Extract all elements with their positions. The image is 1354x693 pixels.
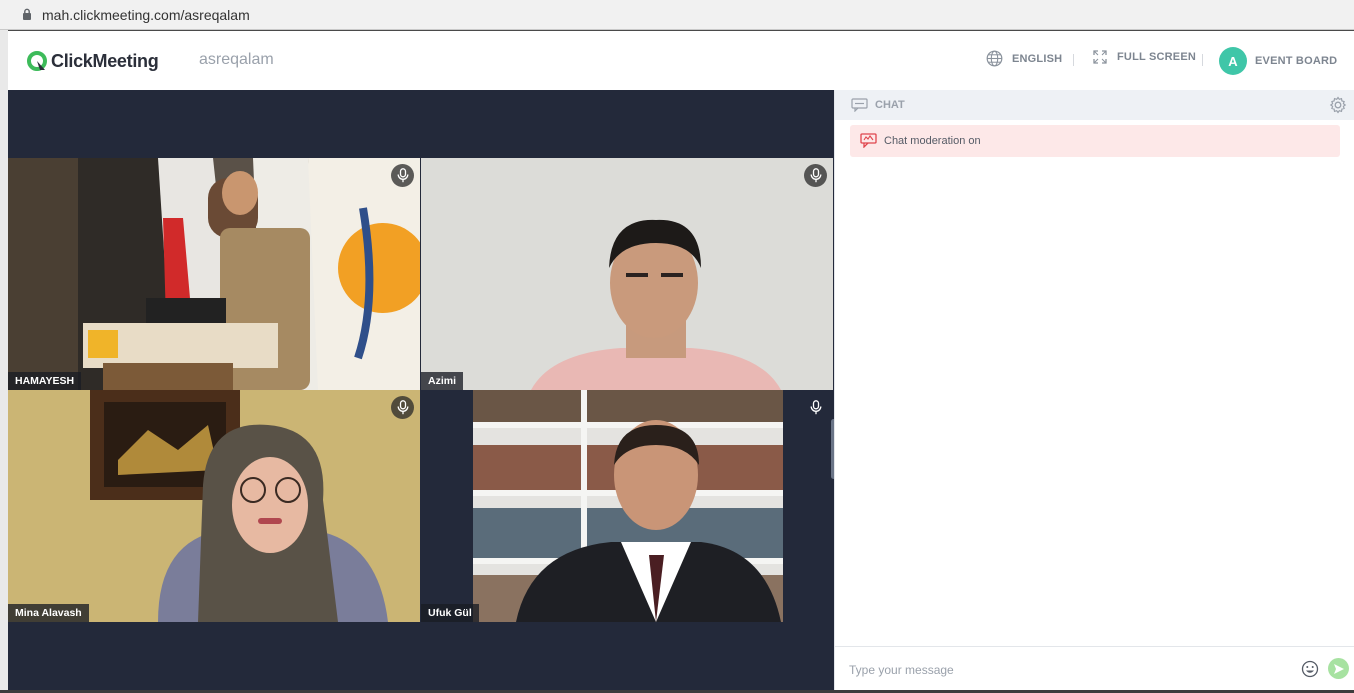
header-divider [1202, 54, 1203, 66]
clickmeeting-app: ClickMeeting asreqalam ENGLISH FULL SCRE… [8, 31, 1354, 690]
fullscreen-button[interactable]: FULL SCREEN [1093, 50, 1196, 64]
send-button[interactable] [1328, 658, 1349, 679]
clickmeeting-logo-icon [27, 51, 47, 71]
browser-address-bar[interactable]: mah.clickmeeting.com/asreqalam [0, 0, 1354, 30]
mic-button[interactable] [804, 396, 827, 419]
chat-icon [851, 98, 868, 112]
microphone-icon [397, 168, 408, 183]
participant-video [421, 390, 833, 622]
room-name: asreqalam [199, 51, 274, 68]
participant-video [421, 158, 833, 390]
language-label: ENGLISH [1012, 52, 1063, 65]
language-button[interactable]: ENGLISH [986, 50, 1062, 67]
mic-button[interactable] [391, 396, 414, 419]
moderation-text: Chat moderation on [884, 135, 981, 147]
logo-text: ClickMeeting [51, 50, 159, 71]
participant-name: HAMAYESH [8, 372, 82, 390]
top-header: ClickMeeting asreqalam ENGLISH FULL SCRE… [8, 31, 1354, 90]
clickmeeting-logo[interactable]: ClickMeeting [26, 48, 159, 74]
microphone-icon [397, 400, 408, 415]
event-board-label: EVENT BOARD [1255, 55, 1338, 67]
chat-message-input[interactable] [849, 659, 1289, 681]
participant-video [8, 158, 420, 390]
chat-title: CHAT [875, 99, 905, 111]
mic-button[interactable] [391, 164, 414, 187]
fullscreen-label: FULL SCREEN [1117, 51, 1197, 63]
globe-icon [986, 50, 1003, 67]
participant-name: Azimi [421, 372, 464, 390]
chat-header: CHAT [835, 90, 1354, 120]
video-tile[interactable]: Mina Alavash [8, 390, 420, 622]
video-tile[interactable]: Ufuk Gül [421, 390, 833, 622]
header-divider [1073, 54, 1074, 66]
microphone-icon [810, 168, 821, 183]
moderation-icon [860, 133, 877, 148]
chat-panel: CHAT Chat moderation on [834, 90, 1354, 690]
participant-video [8, 390, 420, 622]
mic-button[interactable] [804, 164, 827, 187]
lock-icon [23, 8, 31, 20]
video-tile[interactable]: HAMAYESH [8, 158, 420, 390]
participant-name: Ufuk Gül [421, 604, 479, 622]
url-text[interactable]: mah.clickmeeting.com/asreqalam [42, 7, 250, 23]
chat-compose [835, 646, 1354, 690]
gear-icon[interactable] [1329, 96, 1347, 114]
fullscreen-icon [1093, 50, 1107, 64]
video-stage: HAMAYESH Azimi Mina Alavash Ufuk Gül [8, 90, 836, 690]
event-board-button[interactable]: A EVENT BOARD [1219, 47, 1337, 75]
video-tile[interactable]: Azimi [421, 158, 833, 390]
participant-name: Mina Alavash [8, 604, 89, 622]
browser-left-edge [0, 30, 8, 693]
avatar: A [1219, 47, 1247, 75]
emoji-icon[interactable] [1301, 660, 1319, 678]
microphone-icon [810, 400, 821, 415]
send-icon [1333, 663, 1344, 674]
chat-moderation-notice: Chat moderation on [850, 125, 1340, 157]
